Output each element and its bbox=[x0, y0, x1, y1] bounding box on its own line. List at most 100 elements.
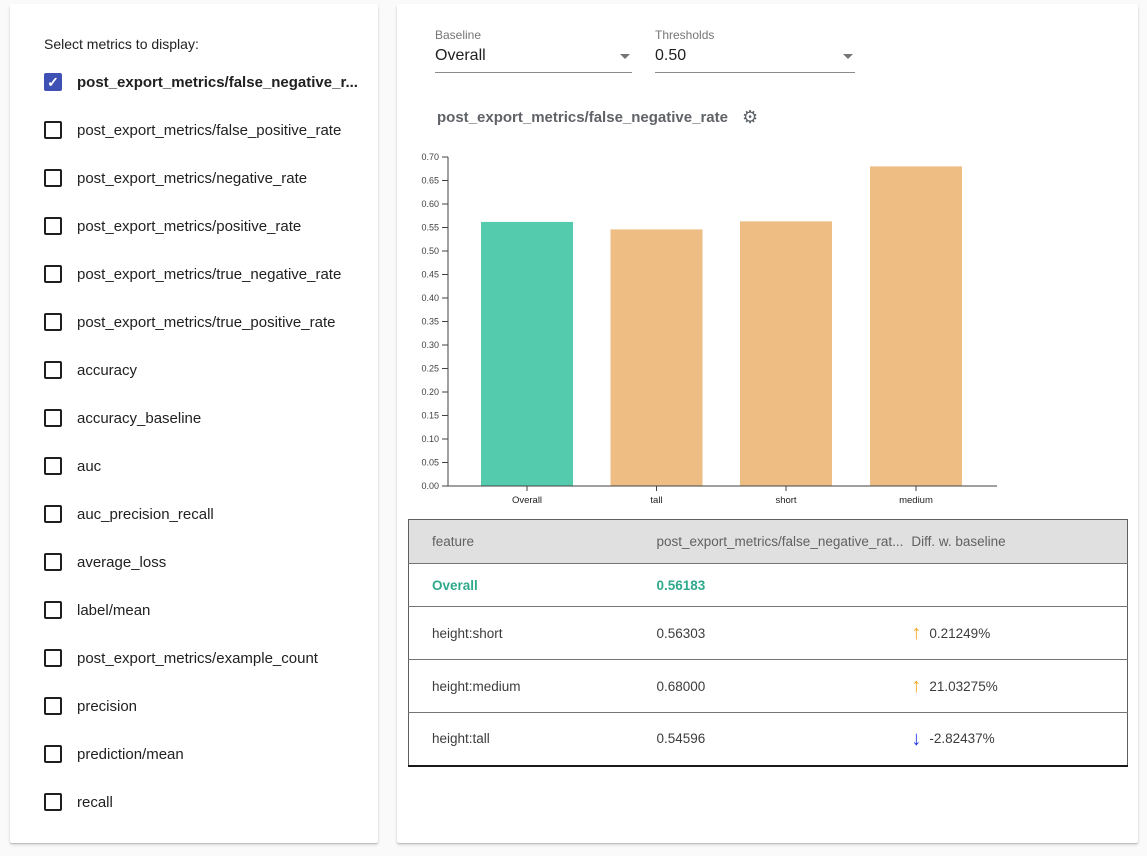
metric-checkbox-item[interactable]: post_export_metrics/false_positive_rate bbox=[10, 106, 378, 154]
thresholds-select-label: Thresholds bbox=[655, 28, 855, 42]
checkbox-icon[interactable] bbox=[44, 505, 62, 523]
table-header-row: feature post_export_metrics/false_negati… bbox=[409, 520, 1128, 564]
checkbox-icon[interactable] bbox=[44, 217, 62, 235]
chart-title: post_export_metrics/false_negative_rate bbox=[437, 109, 728, 126]
column-header-feature: feature bbox=[409, 520, 657, 564]
feature-cell: height:medium bbox=[409, 660, 657, 713]
diff-cell bbox=[903, 564, 1127, 607]
metric-checkbox-item[interactable]: post_export_metrics/true_negative_rate bbox=[10, 250, 378, 298]
metric-table: feature post_export_metrics/false_negati… bbox=[408, 519, 1128, 767]
checkbox-icon[interactable] bbox=[44, 457, 62, 475]
svg-text:0.50: 0.50 bbox=[421, 246, 439, 256]
svg-text:0.20: 0.20 bbox=[421, 387, 439, 397]
metric-label: accuracy bbox=[77, 362, 137, 379]
metric-bar-chart: 0.000.050.100.150.200.250.300.350.400.45… bbox=[397, 150, 1057, 520]
svg-text:0.15: 0.15 bbox=[421, 411, 439, 421]
checkbox-icon[interactable] bbox=[44, 265, 62, 283]
metric-label: accuracy_baseline bbox=[77, 410, 201, 427]
baseline-select-value: Overall bbox=[435, 47, 486, 64]
metric-label: post_export_metrics/negative_rate bbox=[77, 170, 307, 187]
svg-text:0.70: 0.70 bbox=[421, 152, 439, 162]
metric-checkbox-item[interactable]: label/mean bbox=[10, 586, 378, 634]
metric-label: recall bbox=[77, 794, 113, 811]
value-cell: 0.56303 bbox=[657, 607, 904, 660]
checkbox-icon[interactable] bbox=[44, 793, 62, 811]
diff-cell: ↓ -2.82437% bbox=[903, 713, 1127, 766]
metric-label: post_export_metrics/true_negative_rate bbox=[77, 266, 341, 283]
metric-label: auc bbox=[77, 458, 101, 475]
down-arrow-icon: ↓ bbox=[911, 729, 921, 749]
svg-text:0.65: 0.65 bbox=[421, 176, 439, 186]
checkbox-checked-icon[interactable]: ✓ bbox=[44, 73, 62, 91]
checkbox-icon[interactable] bbox=[44, 169, 62, 187]
feature-cell: Overall bbox=[409, 564, 657, 607]
metric-checkbox-item[interactable]: auc_precision_recall bbox=[10, 490, 378, 538]
svg-text:0.35: 0.35 bbox=[421, 317, 439, 327]
metric-checkbox-item[interactable]: average_loss bbox=[10, 538, 378, 586]
diff-cell: ↑ 0.21249% bbox=[903, 607, 1127, 660]
svg-text:0.25: 0.25 bbox=[421, 364, 439, 374]
metric-checkbox-item[interactable]: ✓ post_export_metrics/false_negative_r..… bbox=[10, 58, 378, 106]
metric-checkbox-item[interactable]: precision bbox=[10, 682, 378, 730]
metric-label: post_export_metrics/true_positive_rate bbox=[77, 314, 335, 331]
metric-checkbox-item[interactable]: accuracy_baseline bbox=[10, 394, 378, 442]
checkbox-icon[interactable] bbox=[44, 697, 62, 715]
table-row: height:short 0.56303 ↑ 0.21249% bbox=[409, 607, 1128, 660]
table-row: Overall 0.56183 bbox=[409, 564, 1128, 607]
metric-checkbox-item[interactable]: post_export_metrics/true_positive_rate bbox=[10, 298, 378, 346]
checkbox-icon[interactable] bbox=[44, 313, 62, 331]
gear-icon[interactable]: ⚙ bbox=[742, 108, 758, 126]
checkbox-icon[interactable] bbox=[44, 409, 62, 427]
up-arrow-icon: ↑ bbox=[911, 676, 921, 696]
table-row: height:medium 0.68000 ↑ 21.03275% bbox=[409, 660, 1128, 713]
value-cell: 0.68000 bbox=[657, 660, 904, 713]
metric-select-title: Select metrics to display: bbox=[44, 36, 378, 52]
svg-text:0.40: 0.40 bbox=[421, 293, 439, 303]
metric-checkbox-item[interactable]: accuracy bbox=[10, 346, 378, 394]
svg-text:0.10: 0.10 bbox=[421, 434, 439, 444]
svg-text:Overall: Overall bbox=[512, 495, 542, 506]
metric-checkbox-item[interactable]: post_export_metrics/negative_rate bbox=[10, 154, 378, 202]
checkbox-icon[interactable] bbox=[44, 553, 62, 571]
svg-text:0.55: 0.55 bbox=[421, 223, 439, 233]
thresholds-select[interactable]: Thresholds 0.50 bbox=[655, 28, 855, 73]
metric-checkbox-item[interactable]: post_export_metrics/positive_rate bbox=[10, 202, 378, 250]
diff-value: 21.03275% bbox=[929, 679, 997, 694]
metric-label: prediction/mean bbox=[77, 746, 184, 763]
checkbox-icon[interactable] bbox=[44, 745, 62, 763]
svg-text:0.60: 0.60 bbox=[421, 199, 439, 209]
metric-select-panel: Select metrics to display: ✓ post_export… bbox=[10, 4, 378, 843]
baseline-select-label: Baseline bbox=[435, 28, 632, 42]
checkbox-icon[interactable] bbox=[44, 121, 62, 139]
checkbox-icon[interactable] bbox=[44, 361, 62, 379]
metric-checkbox-item[interactable]: recall bbox=[10, 778, 378, 826]
diff-value: -2.82437% bbox=[929, 731, 994, 746]
svg-text:medium: medium bbox=[899, 495, 933, 506]
feature-cell: height:tall bbox=[409, 713, 657, 766]
feature-cell: height:short bbox=[409, 607, 657, 660]
svg-text:short: short bbox=[775, 495, 796, 506]
checkbox-icon[interactable] bbox=[44, 649, 62, 667]
metric-checkbox-item[interactable]: auc bbox=[10, 442, 378, 490]
metric-label: post_export_metrics/false_positive_rate bbox=[77, 122, 341, 139]
column-header-metric: post_export_metrics/false_negative_rat..… bbox=[657, 520, 904, 564]
metric-label: post_export_metrics/positive_rate bbox=[77, 218, 301, 235]
metric-label: auc_precision_recall bbox=[77, 506, 214, 523]
metric-checkbox-item[interactable]: post_export_metrics/example_count bbox=[10, 634, 378, 682]
baseline-select[interactable]: Baseline Overall bbox=[435, 28, 632, 73]
metric-label: post_export_metrics/false_negative_r... bbox=[77, 74, 358, 91]
metric-label: average_loss bbox=[77, 554, 166, 571]
diff-cell: ↑ 21.03275% bbox=[903, 660, 1127, 713]
metric-label: label/mean bbox=[77, 602, 150, 619]
metric-checkbox-item[interactable]: prediction/mean bbox=[10, 730, 378, 778]
thresholds-select-value: 0.50 bbox=[655, 47, 686, 64]
metric-results-panel: Baseline Overall Thresholds 0.50 post_ex… bbox=[397, 4, 1138, 843]
checkbox-icon[interactable] bbox=[44, 601, 62, 619]
dropdown-arrow-icon bbox=[843, 54, 853, 59]
metric-label: precision bbox=[77, 698, 137, 715]
up-arrow-icon: ↑ bbox=[911, 623, 921, 643]
table-row: height:tall 0.54596 ↓ -2.82437% bbox=[409, 713, 1128, 766]
column-header-diff: Diff. w. baseline bbox=[903, 520, 1127, 564]
value-cell: 0.54596 bbox=[657, 713, 904, 766]
metric-label: post_export_metrics/example_count bbox=[77, 650, 318, 667]
